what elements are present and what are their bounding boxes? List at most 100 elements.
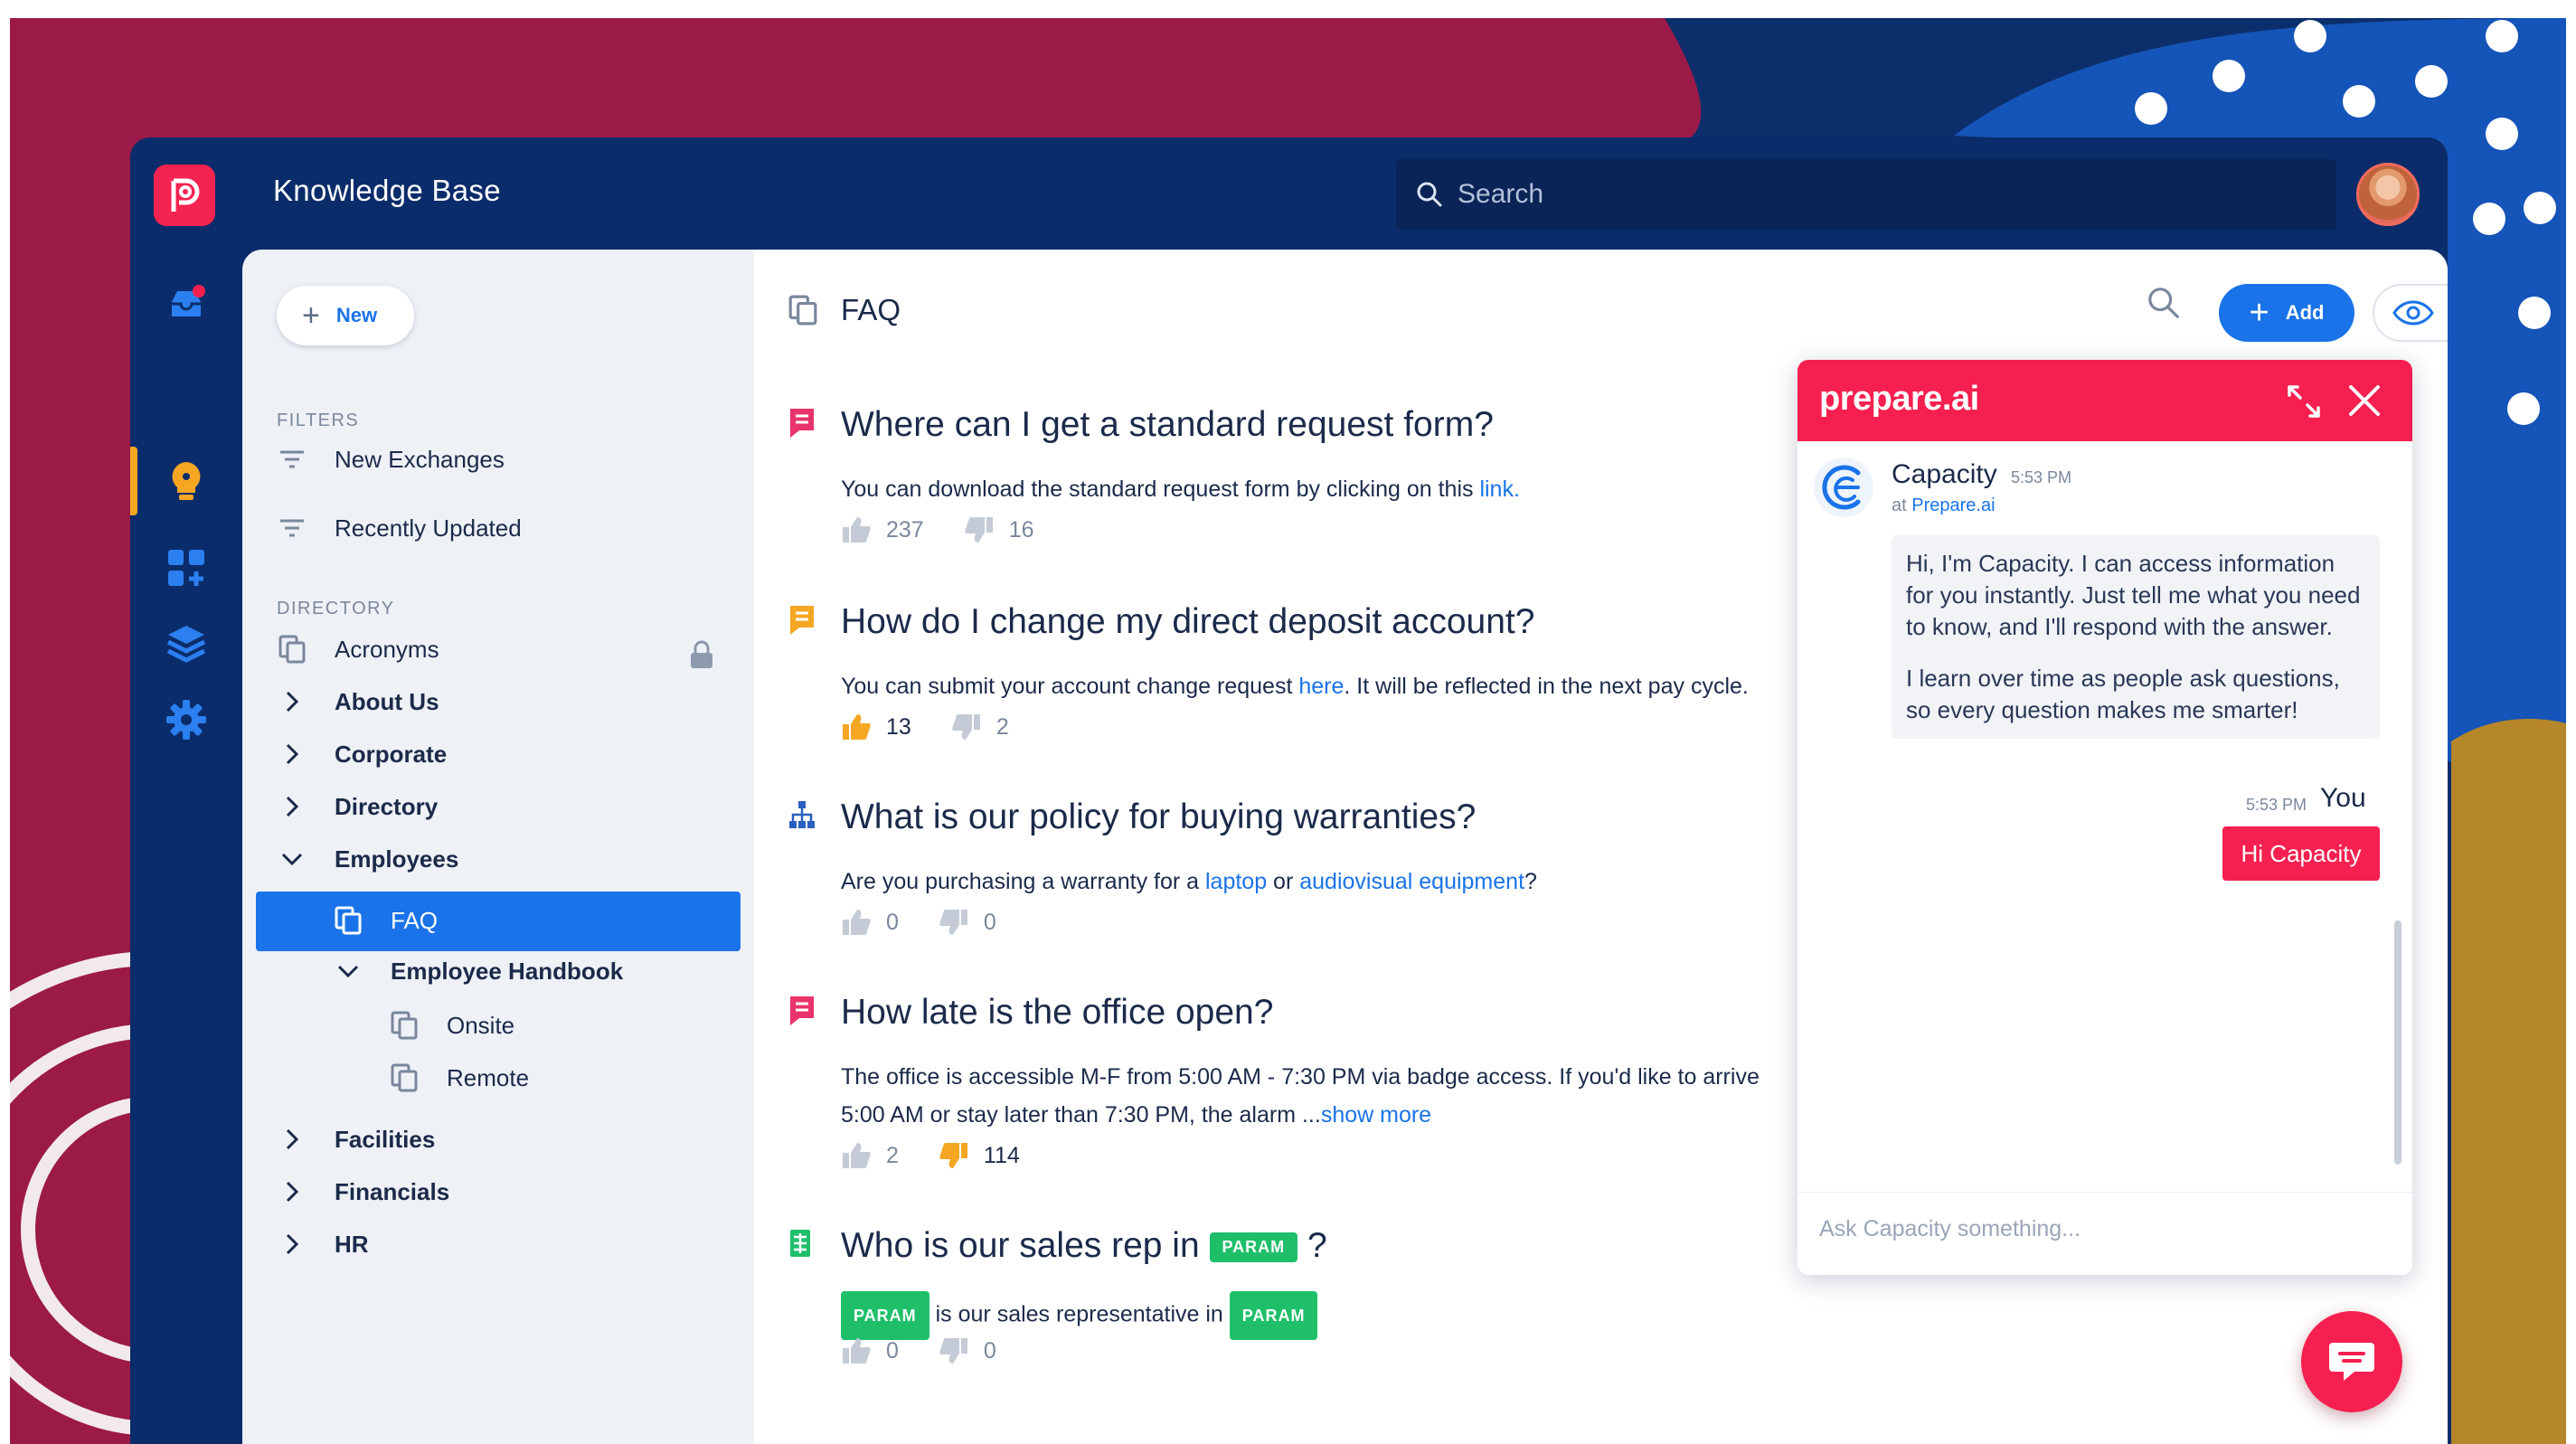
bot-timestamp: 5:53 PM [2011,468,2072,486]
close-icon[interactable] [2345,382,2383,420]
lock-icon [691,640,712,668]
filter-icon [277,444,307,475]
like-button[interactable]: 13 [841,713,911,741]
document-icon [389,1062,420,1093]
rail-layers[interactable] [165,622,208,665]
like-button[interactable]: 0 [841,908,899,937]
faq-question[interactable]: How late is the office open? [841,993,1273,1033]
thumbs-down-icon [952,714,980,740]
question-text: ? [1307,1226,1327,1265]
chat-brand: prepare.ai [1819,380,1979,418]
dir-item-corporate[interactable]: Corporate [277,734,447,774]
bot-org-link[interactable]: Prepare.ai [1911,495,1995,515]
message-flag-icon [790,996,814,1025]
chat-launcher-button[interactable] [2301,1311,2402,1412]
bot-message: Hi, I'm Capacity. I can access informati… [1892,535,2380,739]
vote-row: 13 2 [841,713,1049,741]
plus-icon: + [302,298,320,333]
bot-message-text: I learn over time as people ask question… [1906,665,2340,723]
lightbulb-icon [172,462,201,500]
new-button[interactable]: + New [277,286,414,345]
search-input[interactable] [1458,179,2271,210]
dir-item-employees[interactable]: Employees [277,839,458,879]
faq-answer: Are you purchasing a warranty for a lapt… [841,863,1537,901]
answer-link[interactable]: here [1298,674,1344,699]
dir-item-acronyms[interactable]: Acronyms [277,629,439,669]
dislike-count: 2 [995,713,1009,740]
user-avatar[interactable] [2356,163,2420,226]
like-count: 0 [886,1337,899,1364]
user-message: Hi Capacity [2222,826,2380,881]
param-badge: PARAM [1209,1232,1298,1263]
like-button[interactable]: 0 [841,1336,899,1365]
app-logo[interactable] [154,165,215,226]
rail-apps[interactable] [165,546,208,590]
document-icon [389,1010,420,1041]
layers-icon [166,626,206,663]
chat-panel: prepare.ai Capacity 5:53 PM at Prepare.a… [1798,360,2412,1275]
filter-recently-updated[interactable]: Recently Updated [277,508,522,548]
dislike-button[interactable]: 114 [939,1141,1020,1170]
faq-question[interactable]: How do I change my direct deposit accoun… [841,602,1534,642]
kb-sidebar: + New FILTERS New Exchanges Recently Upd… [242,250,754,1444]
answer-link[interactable]: audiovisual equipment [1299,869,1524,894]
rail-settings[interactable] [165,698,208,741]
watchers-button[interactable]: 4 [2373,284,2448,342]
message-flag-icon [790,606,814,635]
global-search[interactable] [1396,159,2336,230]
dir-item-onsite[interactable]: Onsite [389,1005,514,1045]
dir-item-label: Directory [335,792,439,820]
chat-composer [1798,1192,2412,1275]
answer-text: ? [1524,869,1537,894]
thumbs-up-icon [843,1143,871,1168]
dir-item-financials[interactable]: Financials [277,1172,449,1212]
show-more-link[interactable]: show more [1321,1102,1431,1128]
answer-text: You can download the standard request fo… [841,477,1480,502]
dir-item-faq-selected[interactable] [256,892,741,951]
answer-link[interactable]: link. [1479,477,1519,502]
user-timestamp: 5:53 PM [2246,796,2307,814]
filter-label: Recently Updated [335,514,522,542]
answer-link[interactable]: laptop [1205,869,1267,894]
like-button[interactable]: 2 [841,1141,899,1170]
search-icon [1417,182,1442,207]
like-button[interactable]: 237 [841,515,924,544]
new-button-label: New [335,304,378,326]
dir-item-remote[interactable]: Remote [389,1058,529,1098]
dislike-button[interactable]: 2 [951,713,1009,741]
eye-icon [2392,300,2434,326]
chat-input[interactable] [1819,1216,2380,1242]
dir-item-employee-handbook[interactable]: Employee Handbook [333,951,623,991]
like-count: 13 [886,713,911,740]
dir-item-facilities[interactable]: Facilities [277,1119,435,1159]
answer-text: . It will be reflected in the next pay c… [1344,674,1749,699]
faq-question[interactable]: Who is our sales rep in PARAM ? [841,1226,1327,1266]
add-button[interactable]: + Add [2219,284,2354,342]
filter-new-exchanges[interactable]: New Exchanges [277,439,505,479]
dir-item-directory[interactable]: Directory [277,787,438,826]
faq-question[interactable]: What is our policy for buying warranties… [841,798,1476,837]
dislike-button[interactable]: 16 [964,515,1034,544]
rail-knowledge-base[interactable] [165,459,208,503]
answer-text: or [1267,869,1300,894]
dislike-count: 0 [983,909,996,935]
answer-text: is our sales representative in [929,1301,1230,1327]
dir-item-about-us[interactable]: About Us [277,682,439,722]
apps-grid-icon [168,550,204,586]
faq-question[interactable]: Where can I get a standard request form? [841,405,1494,445]
chat-scrollbar[interactable] [2394,920,2401,1165]
expand-icon[interactable] [2286,383,2322,420]
dir-item-label: HR [335,1230,369,1258]
dislike-button[interactable]: 0 [939,1336,996,1365]
rail-inbox[interactable] [165,282,208,326]
document-icon [277,634,307,665]
filter-icon [277,513,307,543]
dir-item-faq[interactable]: FAQ [333,901,438,940]
dislike-button[interactable]: 0 [939,908,996,937]
dir-item-hr[interactable]: HR [277,1224,369,1264]
question-text: Who is our sales rep in [841,1226,1200,1265]
search-icon[interactable] [2147,286,2181,320]
document-icon [788,295,817,326]
chevron-right-icon [277,1124,307,1155]
gear-icon [166,700,206,740]
